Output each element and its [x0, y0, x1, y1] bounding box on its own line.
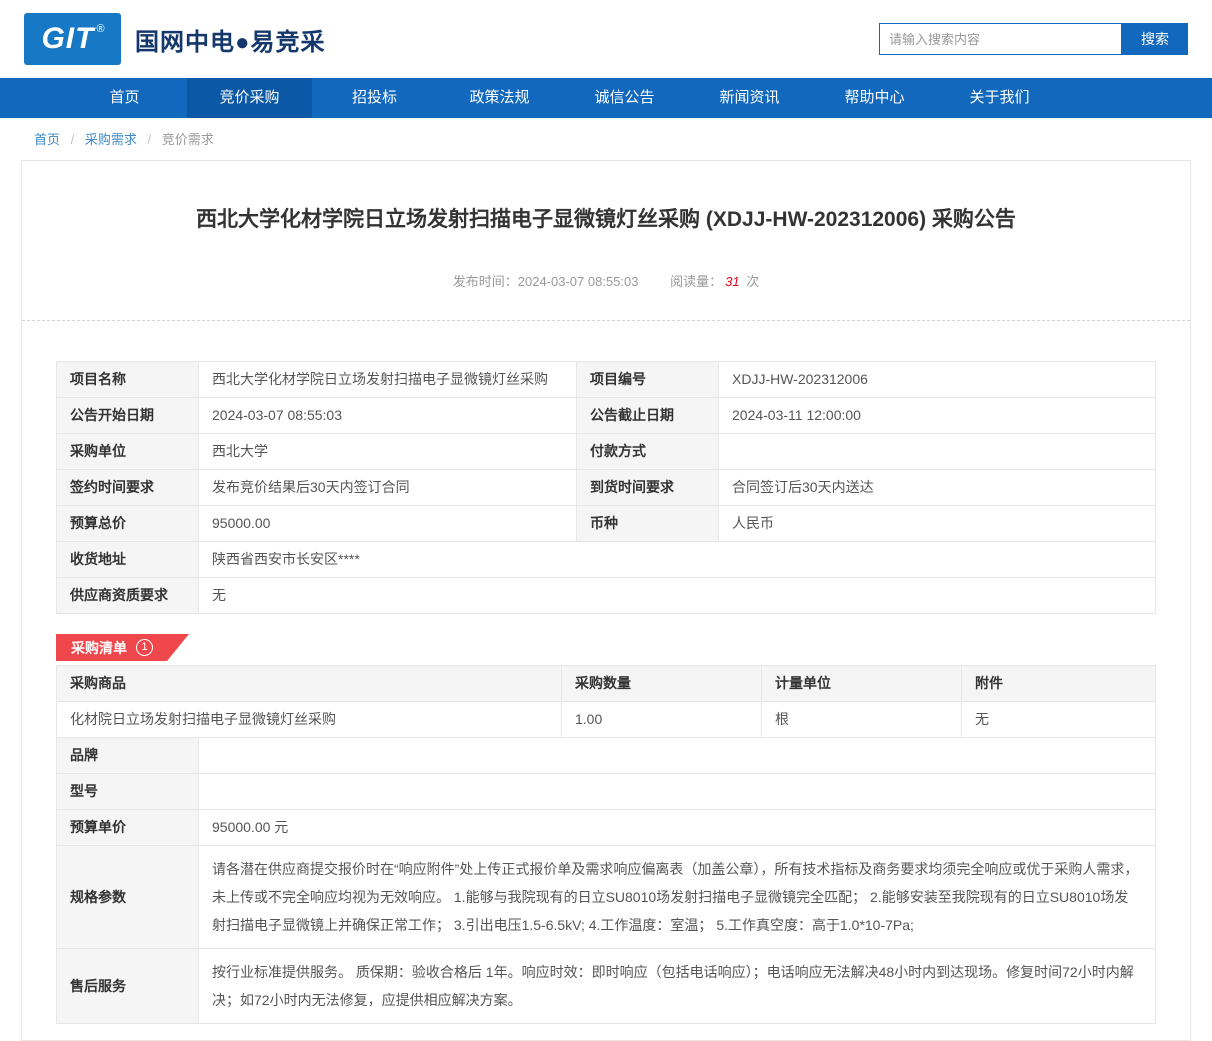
- breadcrumb-separator: /: [147, 132, 152, 147]
- table-row: 供应商资质要求 无: [56, 577, 1156, 614]
- field-value-supplier-qualification: 无: [198, 577, 1156, 614]
- field-label-total-budget: 预算总价: [56, 505, 199, 542]
- table-row: 公告开始日期 2024-03-07 08:55:03 公告截止日期 2024-0…: [56, 397, 1156, 434]
- search-input[interactable]: [879, 23, 1122, 55]
- nav-item-bidding-purchase[interactable]: 竞价采购: [187, 78, 312, 118]
- field-label-delivery-time: 到货时间要求: [576, 469, 719, 506]
- item-attachment: 无: [961, 701, 1156, 738]
- nav-item-help-center[interactable]: 帮助中心: [812, 78, 937, 118]
- table-row: 品牌: [56, 737, 1156, 774]
- table-header-row: 采购商品 采购数量 计量单位 附件: [56, 665, 1156, 702]
- item-unit: 根: [761, 701, 962, 738]
- table-row: 型号: [56, 773, 1156, 810]
- field-value-project-number: XDJJ-HW-202312006: [718, 361, 1156, 398]
- field-label-specifications: 规格参数: [56, 845, 199, 949]
- column-header-unit: 计量单位: [761, 665, 962, 702]
- nav-item-news[interactable]: 新闻资讯: [687, 78, 812, 118]
- field-label-supplier-qualification: 供应商资质要求: [56, 577, 199, 614]
- nav-item-policies[interactable]: 政策法规: [437, 78, 562, 118]
- nav-item-tendering[interactable]: 招投标: [312, 78, 437, 118]
- view-count: 阅读量： 31 次: [670, 274, 760, 289]
- search-button[interactable]: 搜索: [1122, 23, 1188, 55]
- table-row: 收货地址 陕西省西安市长安区****: [56, 541, 1156, 578]
- item-row: 化材院日立场发射扫描电子显微镜灯丝采购 1.00 根 无: [56, 701, 1156, 738]
- nav-item-integrity-notices[interactable]: 诚信公告: [562, 78, 687, 118]
- column-header-attachment: 附件: [961, 665, 1156, 702]
- field-value-end-date: 2024-03-11 12:00:00: [718, 397, 1156, 434]
- tables-wrap: 项目名称 西北大学化材学院日立场发射扫描电子显微镜灯丝采购 项目编号 XDJJ-…: [56, 361, 1156, 1024]
- field-label-start-date: 公告开始日期: [56, 397, 199, 434]
- publish-time: 发布时间：2024-03-07 08:55:03: [452, 274, 639, 289]
- field-value-delivery-time: 合同签订后30天内送达: [718, 469, 1156, 506]
- item-quantity: 1.00: [561, 701, 762, 738]
- site-title: 国网中电●易竞采: [135, 28, 326, 56]
- breadcrumb: 首页 / 采购需求 / 竞价需求: [0, 118, 1212, 157]
- breadcrumb-current: 竞价需求: [161, 132, 214, 147]
- field-label-signing-time: 签约时间要求: [56, 469, 199, 506]
- table-row: 规格参数 请各潜在供应商提交报价时在“响应附件”处上传正式报价单及需求响应偏离表…: [56, 845, 1156, 949]
- main-nav: 首页 竞价采购 招投标 政策法规 诚信公告 新闻资讯 帮助中心 关于我们: [0, 78, 1212, 118]
- column-header-product: 采购商品: [56, 665, 562, 702]
- field-value-brand: [198, 737, 1156, 774]
- field-value-purchaser: 西北大学: [198, 433, 577, 470]
- table-row: 预算单价 95000.00 元: [56, 809, 1156, 846]
- nav-item-about-us[interactable]: 关于我们: [937, 78, 1062, 118]
- header-search: 搜索: [879, 23, 1188, 55]
- field-value-model: [198, 773, 1156, 810]
- field-label-currency: 币种: [576, 505, 719, 542]
- field-value-signing-time: 发布竞价结果后30天内签订合同: [198, 469, 577, 506]
- breadcrumb-separator: /: [70, 132, 75, 147]
- registered-mark: ®: [96, 23, 106, 35]
- field-label-payment-method: 付款方式: [576, 433, 719, 470]
- field-label-unit-budget: 预算单价: [56, 809, 199, 846]
- field-label-project-number: 项目编号: [576, 361, 719, 398]
- field-label-model: 型号: [56, 773, 199, 810]
- announcement-meta: 发布时间：2024-03-07 08:55:03 阅读量： 31 次: [22, 271, 1190, 290]
- table-row: 项目名称 西北大学化材学院日立场发射扫描电子显微镜灯丝采购 项目编号 XDJJ-…: [56, 361, 1156, 398]
- breadcrumb-purchase-demand[interactable]: 采购需求: [85, 132, 137, 147]
- field-value-after-sales: 按行业标准提供服务。 质保期：验收合格后 1年。响应时效：即时响应（包括电话响应…: [198, 948, 1156, 1024]
- logo-text: GIT: [41, 22, 95, 55]
- field-value-project-name: 西北大学化材学院日立场发射扫描电子显微镜灯丝采购: [198, 361, 577, 398]
- field-label-after-sales: 售后服务: [56, 948, 199, 1024]
- purchase-list-count-badge: 1: [136, 639, 153, 656]
- field-value-currency: 人民币: [718, 505, 1156, 542]
- field-value-unit-budget: 95000.00 元: [198, 809, 1156, 846]
- item-product-name: 化材院日立场发射扫描电子显微镜灯丝采购: [56, 701, 562, 738]
- column-header-quantity: 采购数量: [561, 665, 762, 702]
- field-value-specifications: 请各潜在供应商提交报价时在“响应附件”处上传正式报价单及需求响应偏离表（加盖公章…: [198, 845, 1156, 949]
- breadcrumb-home[interactable]: 首页: [34, 132, 60, 147]
- git-logo[interactable]: GIT ®: [24, 13, 121, 65]
- purchase-items-table: 采购商品 采购数量 计量单位 附件 化材院日立场发射扫描电子显微镜灯丝采购 1.…: [56, 665, 1156, 1024]
- dashed-divider: [22, 320, 1190, 321]
- field-value-delivery-address: 陕西省西安市长安区****: [198, 541, 1156, 578]
- field-value-payment-method: [718, 433, 1156, 470]
- field-label-end-date: 公告截止日期: [576, 397, 719, 434]
- table-row: 采购单位 西北大学 付款方式: [56, 433, 1156, 470]
- field-value-start-date: 2024-03-07 08:55:03: [198, 397, 577, 434]
- announcement-card: 西北大学化材学院日立场发射扫描电子显微镜灯丝采购 (XDJJ-HW-202312…: [21, 160, 1191, 1041]
- field-label-delivery-address: 收货地址: [56, 541, 199, 578]
- field-label-purchaser: 采购单位: [56, 433, 199, 470]
- table-row: 售后服务 按行业标准提供服务。 质保期：验收合格后 1年。响应时效：即时响应（包…: [56, 948, 1156, 1024]
- table-row: 签约时间要求 发布竞价结果后30天内签订合同 到货时间要求 合同签订后30天内送…: [56, 469, 1156, 506]
- view-count-value: 31: [725, 274, 740, 289]
- purchase-list-label: 采购清单: [71, 639, 127, 656]
- field-value-total-budget: 95000.00: [198, 505, 577, 542]
- field-label-brand: 品牌: [56, 737, 199, 774]
- field-label-project-name: 项目名称: [56, 361, 199, 398]
- site-header: GIT® 国网中电●易竞采 搜索: [0, 0, 1212, 78]
- nav-item-home[interactable]: 首页: [62, 78, 187, 118]
- project-info-table: 项目名称 西北大学化材学院日立场发射扫描电子显微镜灯丝采购 项目编号 XDJJ-…: [56, 361, 1156, 614]
- purchase-list-badge: 采购清单 1: [56, 634, 189, 661]
- table-row: 预算总价 95000.00 币种 人民币: [56, 505, 1156, 542]
- page-title: 西北大学化材学院日立场发射扫描电子显微镜灯丝采购 (XDJJ-HW-202312…: [196, 208, 1016, 231]
